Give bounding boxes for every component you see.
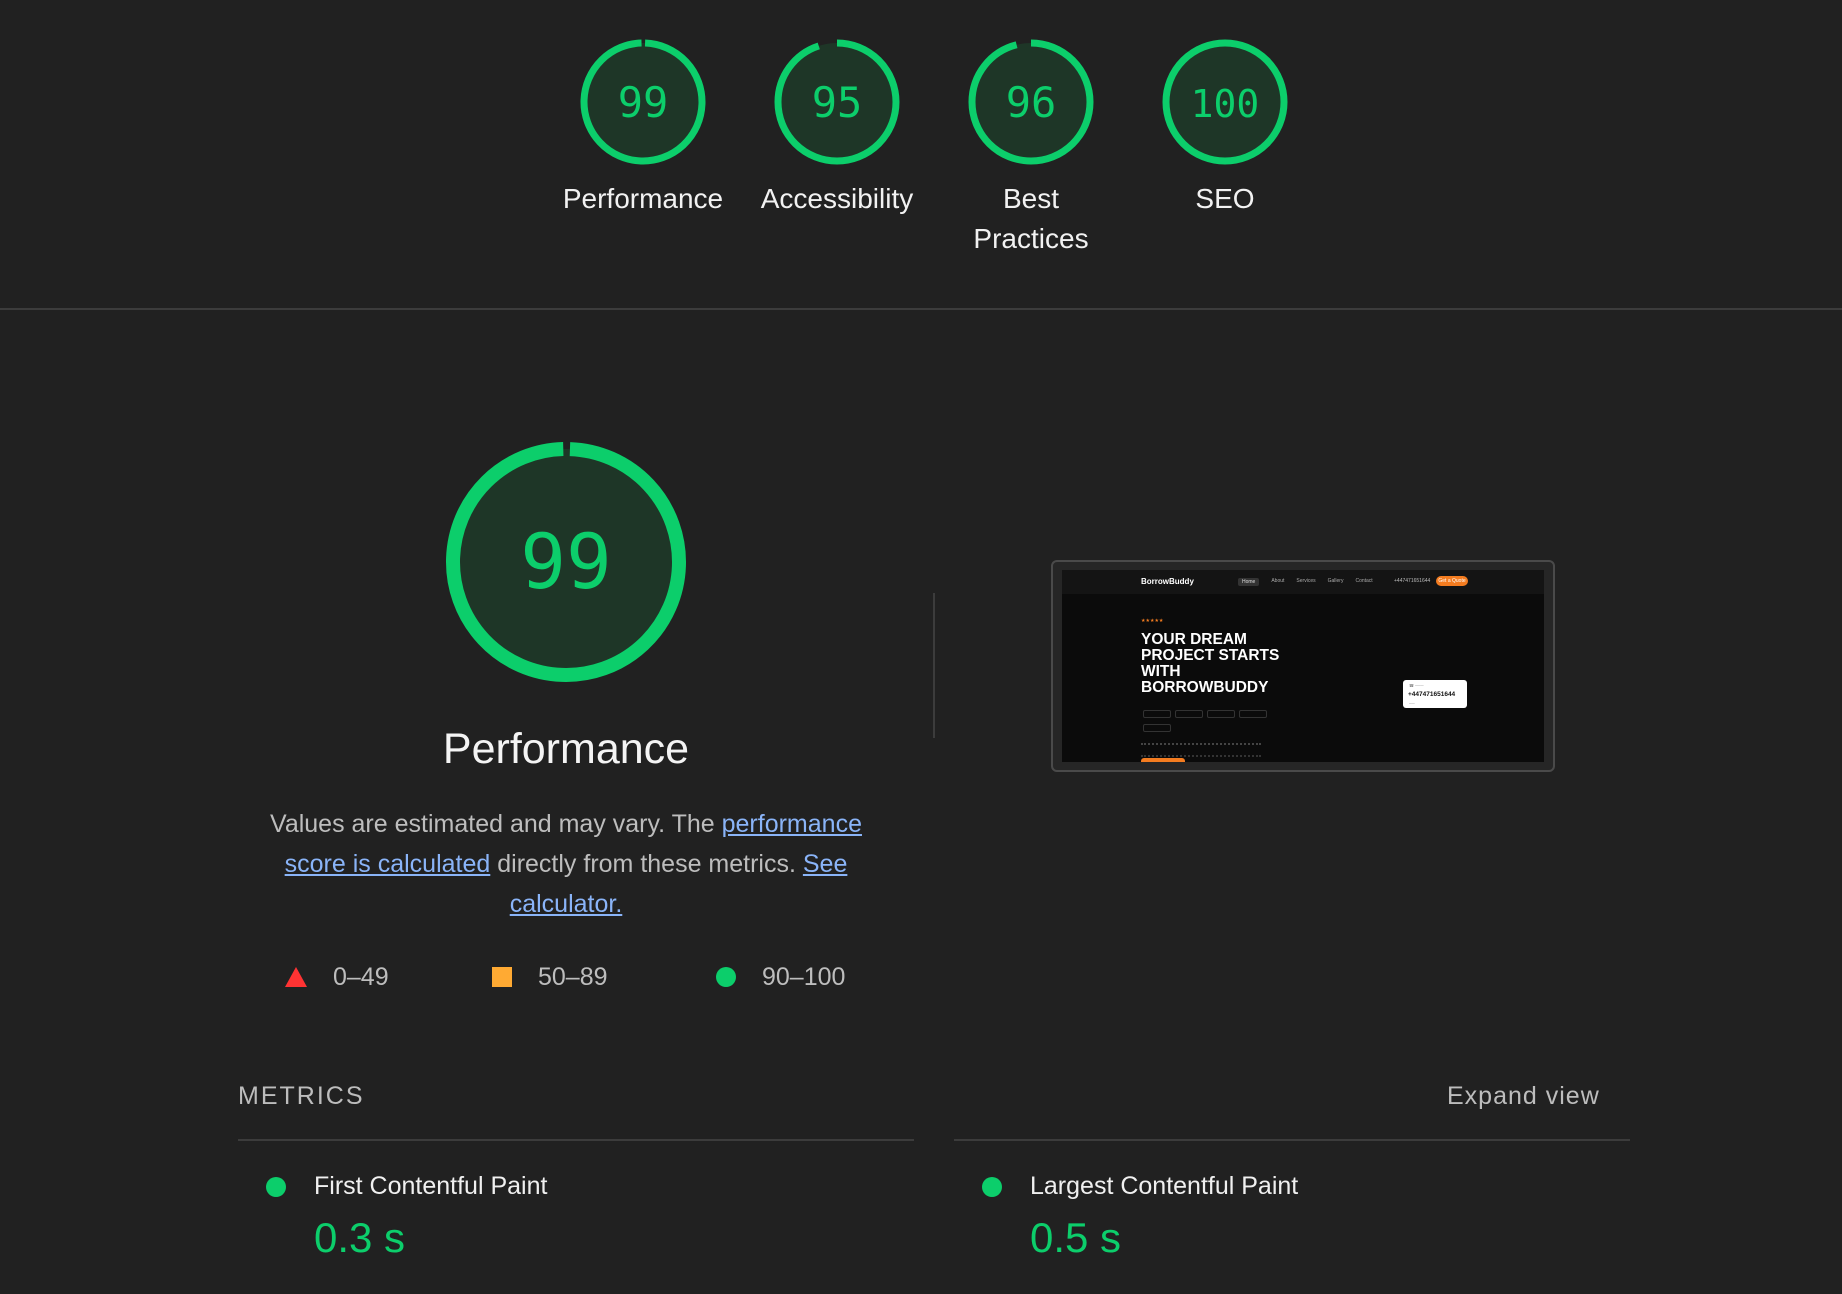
performance-description: Values are estimated and may vary. The p…: [250, 804, 882, 924]
site-card-tag: ☎ ───: [1409, 683, 1424, 688]
gauge-ring: 95: [774, 39, 900, 165]
gauge-score: 100: [1191, 82, 1260, 126]
gauge-performance[interactable]: 99 Performance: [548, 37, 738, 219]
legend-range: 90–100: [762, 962, 846, 991]
site-paragraph: [1141, 743, 1261, 757]
pass-circle-icon: [266, 1177, 286, 1197]
gauge-label: Best Practices: [973, 183, 1089, 254]
gauge-seo[interactable]: 100 SEO: [1130, 37, 1320, 219]
metric-name: Largest Contentful Paint: [1030, 1172, 1299, 1200]
gauge-ring: 96: [968, 39, 1094, 165]
desc-text: directly from these metrics.: [490, 850, 803, 878]
gauge-score: 99: [618, 78, 669, 127]
metrics-divider: [954, 1139, 1630, 1141]
vertical-divider: [933, 593, 935, 738]
gauge-ring: 100: [1162, 39, 1288, 165]
gauge-best-practices[interactable]: 96 Best Practices: [936, 37, 1126, 259]
final-screenshot[interactable]: BorrowBuddy Home About Services Gallery …: [1051, 560, 1555, 772]
legend-average: 50–89: [492, 960, 608, 994]
site-phone: +447471651644: [1394, 578, 1431, 584]
site-nav-links: Home About Services Gallery Contact: [1238, 578, 1373, 586]
site-logo: BorrowBuddy: [1141, 577, 1194, 586]
metric-value: 0.5 s: [1030, 1214, 1122, 1261]
site-nav-item: Gallery: [1327, 578, 1344, 584]
screenshot-page: BorrowBuddy Home About Services Gallery …: [1062, 570, 1544, 762]
site-cta: Get a Quote: [1436, 576, 1468, 586]
site-nav-item: Contact: [1355, 578, 1373, 584]
legend-range: 50–89: [538, 962, 608, 991]
performance-title: Performance: [442, 725, 690, 773]
metric-name: First Contentful Paint: [314, 1172, 548, 1200]
site-nav-item: About: [1271, 578, 1285, 584]
metrics-divider: [238, 1139, 914, 1141]
site-button: [1141, 758, 1185, 762]
gauge-score: 95: [812, 78, 863, 127]
gauge-accessibility[interactable]: 95 Accessibility: [742, 37, 932, 219]
legend-fail: 0–49: [285, 960, 389, 994]
gauge-label: Performance: [562, 183, 724, 214]
gauge-score: 96: [1006, 78, 1057, 127]
desc-text: Values are estimated and may vary. The: [270, 810, 722, 838]
legend-range: 0–49: [333, 962, 389, 991]
metric-value: 0.3 s: [314, 1214, 406, 1261]
site-stars: ★★★★★: [1141, 618, 1164, 624]
expand-view-toggle[interactable]: Expand view: [1447, 1082, 1600, 1111]
site-nav-item: Home: [1238, 578, 1260, 586]
metrics-heading: METRICS: [238, 1082, 365, 1110]
square-icon: [492, 967, 512, 987]
legend-pass: 90–100: [716, 960, 845, 994]
site-nav-item: Services: [1296, 578, 1316, 584]
gauge-ring: 99: [580, 39, 706, 165]
triangle-icon: [285, 967, 307, 987]
site-navbar: BorrowBuddy Home About Services Gallery …: [1062, 570, 1544, 594]
section-divider: [0, 308, 1842, 310]
gauge-label: SEO: [1195, 183, 1255, 214]
gauge-label: Accessibility: [760, 183, 914, 214]
performance-gauge: 99: [446, 442, 686, 682]
site-phone-card: ☎ ─── +447471651644 ──: [1403, 680, 1467, 708]
category-gauges: 99 Performance 95 Accessibility 96 Best …: [0, 0, 1842, 309]
pass-circle-icon: [982, 1177, 1002, 1197]
performance-score: 99: [520, 517, 612, 606]
site-chips: [1143, 710, 1283, 732]
site-headline: YOUR DREAM PROJECT STARTS WITH BORROWBUD…: [1141, 631, 1280, 696]
circle-icon: [716, 967, 736, 987]
site-card-number: +447471651644: [1408, 691, 1456, 698]
site-card-sub: ──: [1409, 701, 1415, 706]
